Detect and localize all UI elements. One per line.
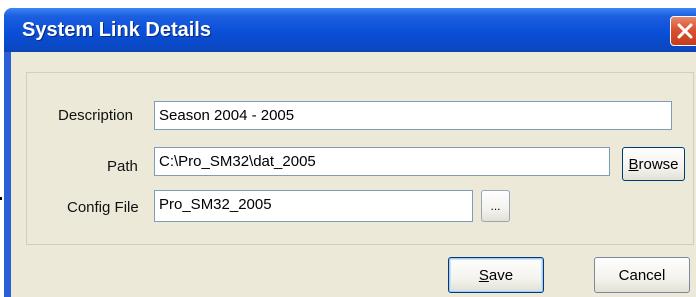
browse-button-accel: B [628, 156, 639, 173]
dialog-window: System Link Details Description Season 2… [4, 8, 696, 297]
path-label: Path [107, 158, 138, 175]
config-file-field[interactable]: Pro_SM32_2005 [154, 190, 473, 222]
title-bar[interactable]: System Link Details [4, 8, 696, 52]
save-button-label: ave [488, 267, 514, 284]
browse-button[interactable]: Browse [622, 147, 685, 181]
edge-mark [0, 197, 2, 200]
window-title: System Link Details [22, 19, 211, 41]
save-button[interactable]: Save [448, 257, 544, 293]
dialog-body: Description Season 2004 - 2005 Path C:\P… [11, 52, 696, 297]
save-button-accel: S [478, 267, 489, 284]
description-field[interactable]: Season 2004 - 2005 [154, 101, 672, 130]
description-label: Description [58, 107, 134, 124]
config-file-browse-button[interactable]: ... [481, 190, 510, 222]
path-field[interactable]: C:\Pro_SM32\dat_2005 [154, 147, 610, 176]
close-button[interactable] [670, 16, 696, 46]
cancel-button[interactable]: Cancel [594, 257, 690, 293]
close-icon [677, 23, 693, 39]
config-file-label: Config File [67, 199, 139, 216]
browse-button-label: rowse [638, 156, 679, 173]
